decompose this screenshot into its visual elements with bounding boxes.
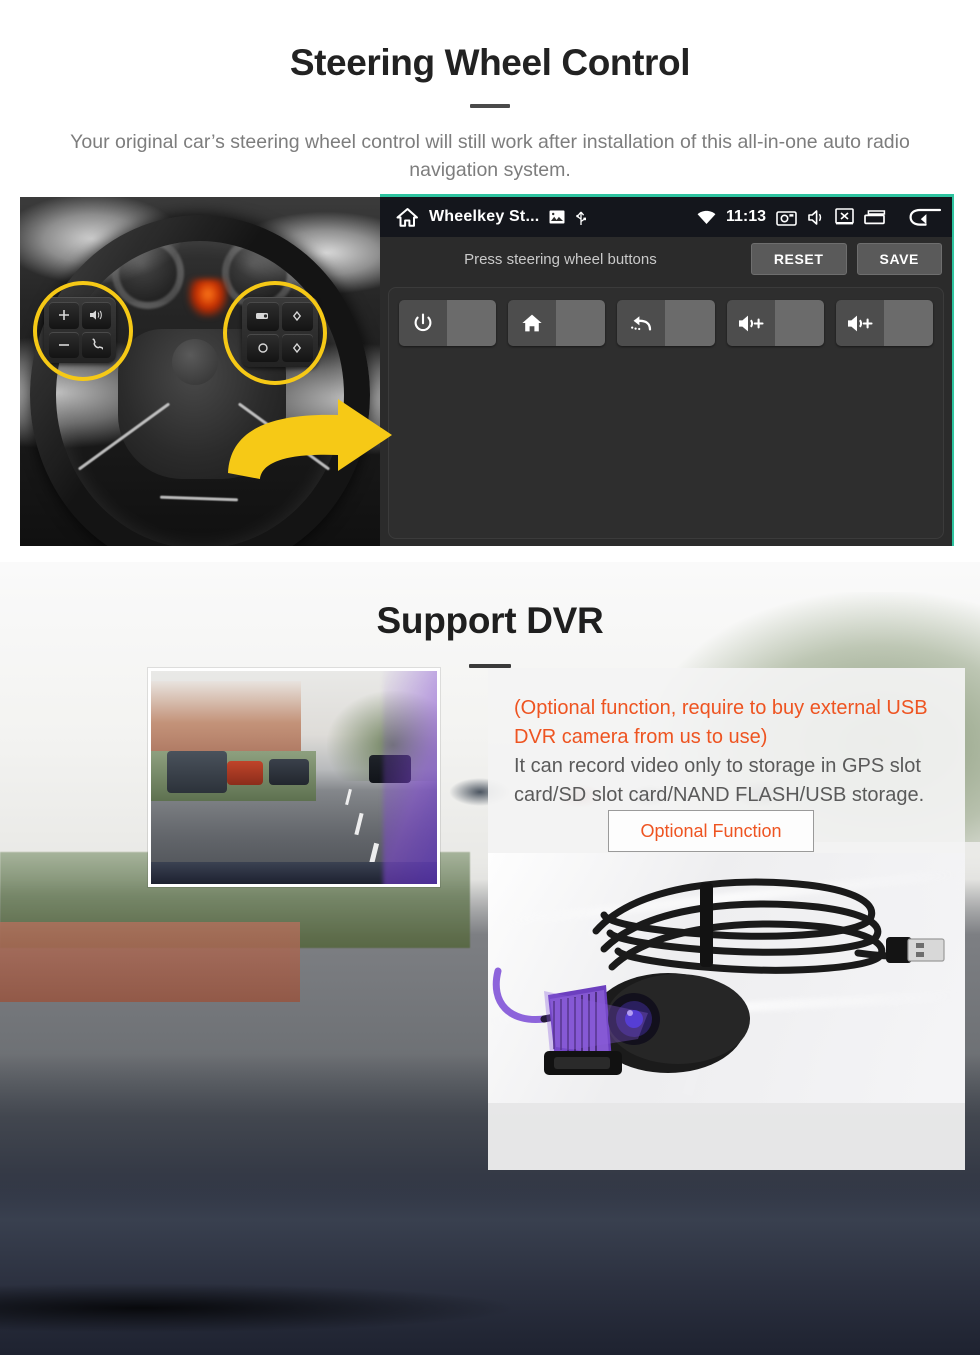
reset-button[interactable]: RESET: [750, 243, 847, 275]
key-slot-value[interactable]: [447, 300, 497, 346]
volume-up-icon: [726, 300, 775, 346]
street-brick-wall: [0, 922, 300, 1002]
wheelkey-hint-text: Press steering wheel buttons: [464, 250, 657, 268]
wifi-icon: [697, 210, 716, 225]
recents-icon[interactable]: [864, 209, 886, 225]
dashboard-shadow: [0, 1283, 520, 1333]
steering-wheel-photo: [20, 197, 380, 546]
title-divider: [470, 104, 510, 108]
back-icon: [617, 300, 666, 346]
dvr-info-card: (Optional function, require to buy exter…: [488, 668, 965, 1170]
optional-function-button[interactable]: Optional Function: [608, 810, 814, 852]
volume-up-icon: [835, 300, 884, 346]
key-slot-power[interactable]: [399, 300, 497, 346]
airbag-emblem: [172, 339, 218, 385]
home-icon: [508, 300, 557, 346]
usb-dvr-camera-photo: [488, 853, 965, 1103]
key-slot-volume-up-1[interactable]: [726, 300, 824, 346]
close-box-icon[interactable]: [835, 208, 854, 226]
key-slot-value[interactable]: [774, 300, 824, 346]
android-app-title: Wheelkey St...: [429, 208, 540, 225]
section-subtitle: Your original car’s steering wheel contr…: [70, 131, 910, 181]
usb-icon: [575, 208, 587, 226]
key-slot-home[interactable]: [508, 300, 606, 346]
back-arrow-icon[interactable]: [908, 206, 942, 229]
android-status-bar: Wheelkey St... 11:13: [380, 197, 952, 237]
page-title: Steering Wheel Control: [289, 42, 691, 83]
home-icon[interactable]: [396, 207, 419, 228]
screenshot-icon[interactable]: [776, 209, 797, 226]
dashcam-car-3: [269, 759, 309, 785]
power-icon: [399, 300, 447, 346]
highlight-circle-left: [33, 281, 133, 381]
steering-wheel-control-section: Steering Wheel Control Your original car…: [0, 0, 980, 562]
highlight-circle-right: [223, 281, 327, 385]
key-slot-value[interactable]: [665, 300, 715, 346]
dvr-camera-illustration: [492, 878, 945, 1075]
dashcam-car-2: [227, 761, 263, 785]
purple-light-streak: [383, 671, 437, 884]
save-button[interactable]: SAVE: [856, 243, 942, 275]
key-slot-volume-up-2[interactable]: [835, 300, 934, 346]
android-head-unit-screen: Wheelkey St... 11:13 Press steering whee…: [380, 194, 954, 546]
image-icon: [549, 210, 565, 224]
dashcam-capture-inset: [148, 668, 440, 887]
wheelkey-toolbar: Press steering wheel buttons RESET SAVE: [380, 237, 952, 281]
dvr-description: (Optional function, require to buy exter…: [488, 668, 965, 810]
wheelkey-assignment-tray: [388, 287, 944, 539]
mute-icon[interactable]: [807, 209, 825, 226]
key-slot-value[interactable]: [556, 300, 606, 346]
dvr-title-block: Support DVR: [0, 562, 980, 668]
dvr-title: Support DVR: [376, 600, 604, 641]
product-detail-page: Steering Wheel Control Your original car…: [0, 0, 980, 1355]
key-slot-back[interactable]: [617, 300, 715, 346]
key-slot-value[interactable]: [883, 300, 934, 346]
support-dvr-section: Support DVR (Optional function, require …: [0, 562, 980, 1355]
dashcam-car-1: [167, 751, 227, 793]
dvr-storage-note: It can record video only to storage in G…: [514, 755, 925, 806]
status-bar-clock: 11:13: [725, 208, 766, 225]
dvr-optional-note: (Optional function, require to buy exter…: [514, 697, 928, 748]
